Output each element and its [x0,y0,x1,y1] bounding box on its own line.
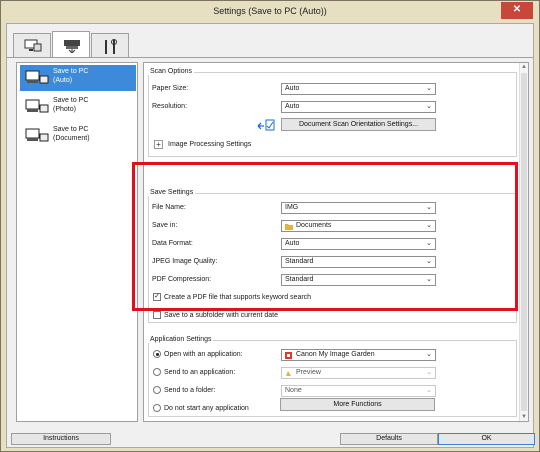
sidebar-item-save-to-pc-photo[interactable]: Save to PC (Photo) [20,94,136,120]
resolution-label: Resolution: [152,103,188,110]
send-to-app-select[interactable]: Preview ⌄ [281,367,436,379]
chevron-down-icon: ⌄ [426,103,432,110]
scanner-pc-icon [25,99,49,113]
send-to-app-label: Send to an application: [164,369,236,376]
chevron-down-icon: ⌄ [426,351,432,358]
save-in-select[interactable]: Documents ⌄ [281,220,436,232]
scanner-pc-icon [25,70,49,84]
scanner-pc-icon [25,128,49,142]
scanner-icon [64,40,80,53]
scan-options-title: Scan Options [148,68,195,75]
do-not-start-label: Do not start any application [164,405,249,412]
file-name-select[interactable]: IMG ⌄ [281,202,436,214]
subfolder-label: Save to a subfolder with current date [164,312,279,319]
tab-scan-from-operation-panel[interactable] [52,31,90,58]
sidebar-item-save-to-pc-document[interactable]: Save to PC (Document) [20,123,136,149]
tab-divider [7,57,533,58]
scroll-thumb[interactable] [521,73,527,411]
save-in-label: Save in: [152,222,178,229]
subfolder-checkbox[interactable] [153,311,161,319]
send-to-folder-select[interactable]: None ⌄ [281,385,436,397]
scroll-up-icon[interactable]: ▲ [520,63,528,71]
more-functions-button[interactable]: More Functions [280,398,435,411]
sidebar-item-sublabel: (Photo) [53,105,76,113]
keyword-pdf-checkbox[interactable]: ✓ [153,293,161,301]
open-with-app-label: Open with an application: [164,351,243,358]
sidebar-item-sublabel: (Auto) [53,76,73,84]
chevron-down-icon: ⌄ [426,369,432,376]
pdf-compression-value: Standard [285,276,314,283]
sidebar-item-save-to-pc-auto[interactable]: Save to PC (Auto) [20,65,136,91]
ok-button[interactable]: OK [438,433,535,445]
computer-icon [24,39,42,52]
image-processing-label: Image Processing Settings [168,141,252,148]
orientation-icon [257,119,275,131]
scroll-down-icon[interactable]: ▼ [520,413,528,421]
paper-size-label: Paper Size: [152,85,189,92]
preview-icon [286,371,291,376]
chevron-down-icon: ⌄ [426,258,432,265]
file-name-value: IMG [285,204,299,211]
tools-icon [105,39,117,54]
do-not-start-radio[interactable] [153,404,161,412]
save-in-value: Documents [296,222,332,229]
close-button[interactable]: ✕ [501,2,533,19]
chevron-down-icon: ⌄ [426,387,432,394]
folder-icon [285,224,293,230]
window-title: Settings (Save to PC (Auto)) [213,6,327,16]
open-with-app-select[interactable]: Canon My Image Garden ⌄ [281,349,436,361]
settings-window: Settings (Save to PC (Auto)) ✕ Save to P… [0,0,540,452]
sidebar-item-label: Save to PC [53,97,89,104]
image-garden-icon [285,352,292,359]
data-format-label: Data Format: [152,240,193,247]
send-to-app-radio[interactable] [153,368,161,376]
send-to-app-value: Preview [296,369,321,376]
jpeg-quality-value: Standard [285,258,314,265]
data-format-select[interactable]: Auto ⌄ [281,238,436,250]
document-scan-orientation-button[interactable]: Document Scan Orientation Settings... [281,118,436,131]
application-settings-title: Application Settings [148,336,214,343]
jpeg-quality-select[interactable]: Standard ⌄ [281,256,436,268]
sidebar-item-label: Save to PC [53,68,89,75]
chevron-down-icon: ⌄ [426,85,432,92]
send-to-folder-value: None [285,387,302,394]
chevron-down-icon: ⌄ [426,222,432,229]
paper-size-value: Auto [285,85,300,92]
save-settings-title: Save Settings [148,189,196,196]
resolution-select[interactable]: Auto ⌄ [281,101,436,113]
pdf-compression-select[interactable]: Standard ⌄ [281,274,436,286]
expand-image-processing-button[interactable]: + [154,140,163,149]
pdf-compression-label: PDF Compression: [152,276,212,283]
jpeg-quality-label: JPEG Image Quality: [152,258,218,265]
sidebar-item-sublabel: (Document) [53,134,90,142]
dialog-body: Save to PC (Auto) Save to PC (Photo) Save … [6,23,535,448]
chevron-down-icon: ⌄ [426,204,432,211]
title-bar: Settings (Save to PC (Auto)) ✕ [1,1,539,23]
instructions-button[interactable]: Instructions [11,433,111,445]
paper-size-select[interactable]: Auto ⌄ [281,83,436,95]
tab-scan-from-computer[interactable] [13,33,51,57]
send-to-folder-radio[interactable] [153,386,161,394]
chevron-down-icon: ⌄ [426,276,432,283]
file-name-label: File Name: [152,204,186,211]
sidebar-item-label: Save to PC [53,126,89,133]
keyword-pdf-label: Create a PDF file that supports keyword … [164,294,312,301]
scan-type-list: Save to PC (Auto) Save to PC (Photo) Save … [16,62,138,422]
send-to-folder-label: Send to a folder: [164,387,216,394]
settings-panel: ▲ ▼ Scan Options Paper Size: Auto ⌄ Reso… [143,62,529,422]
chevron-down-icon: ⌄ [426,240,432,247]
defaults-button[interactable]: Defaults [340,433,438,445]
vertical-scrollbar[interactable]: ▲ ▼ [519,63,528,421]
tab-general-settings[interactable] [91,33,129,57]
open-with-app-radio[interactable] [153,350,161,358]
data-format-value: Auto [285,240,300,247]
resolution-value: Auto [285,103,300,110]
open-with-app-value: Canon My Image Garden [296,351,375,358]
